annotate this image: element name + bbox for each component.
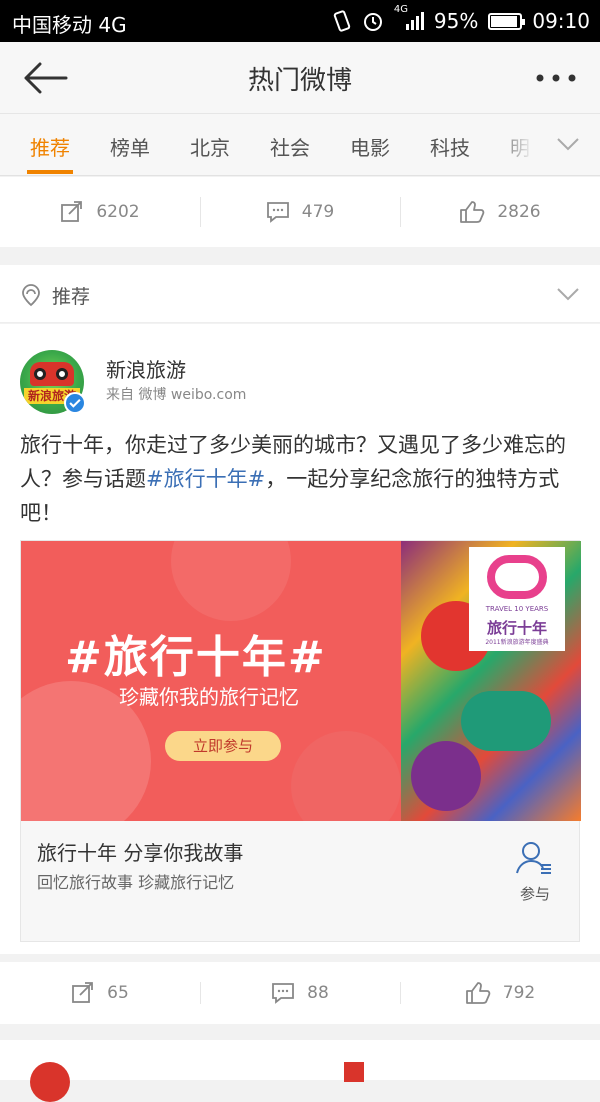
next-badge [344, 1062, 364, 1082]
participate-now-button[interactable]: 立即参与 [165, 731, 281, 761]
recommend-section-header: 推荐 [0, 265, 600, 323]
chevron-down-icon[interactable] [556, 284, 580, 304]
comment-count: 88 [307, 983, 329, 1003]
thumbs-up-icon [460, 201, 485, 223]
active-tab-indicator [27, 170, 73, 174]
vibrate-icon [333, 10, 351, 32]
banner-headline: #旅行十年# [65, 632, 327, 683]
author-name[interactable]: 新浪旅游 [106, 354, 186, 383]
logo-line-3: 2011新浪旅游年度盛典 [485, 639, 549, 646]
join-label: 参与 [519, 885, 550, 903]
comment-button[interactable]: 479 [200, 177, 400, 247]
battery-icon [488, 12, 526, 30]
category-tabs: 推荐 榜单 北京 社会 电影 科技 明 [0, 114, 600, 176]
post-text: 旅行十年，你走过了多少美丽的城市？又遇见了多少难忘的人？参与话题#旅行十年#，一… [20, 428, 582, 530]
tab-recommend[interactable]: 推荐 [30, 132, 70, 161]
post-actions: 65 88 792 [0, 962, 600, 1024]
tab-ranking[interactable]: 榜单 [110, 132, 150, 161]
section-label: 推荐 [52, 286, 91, 308]
status-bar: 中国移动 4G 4G 95% 09:10 [0, 0, 600, 42]
tab-tech[interactable]: 科技 [430, 132, 470, 161]
status-icons: 4G 95% 09:10 [332, 4, 590, 33]
tab-movie[interactable]: 电影 [350, 132, 390, 161]
carrier-label: 中国移动 4G [12, 13, 127, 37]
topic-subtitle: 回忆旅行故事 珍藏旅行记忆 [37, 873, 235, 892]
chevron-down-icon[interactable] [556, 134, 580, 154]
topic-card[interactable]: TRAVEL 10 YEARS 旅行十年 2011新浪旅游年度盛典 #旅行十年#… [20, 540, 581, 942]
next-avatar [30, 1062, 70, 1102]
tab-society[interactable]: 社会 [270, 132, 310, 161]
repost-icon [72, 982, 94, 1003]
repost-button[interactable]: 6202 [0, 177, 200, 247]
signal-icon: 4G [394, 4, 424, 32]
like-count: 792 [502, 983, 536, 1003]
more-dots-icon[interactable] [534, 66, 578, 90]
repost-count: 65 [107, 983, 129, 1003]
tab-fade [494, 114, 550, 174]
like-count: 2826 [497, 202, 541, 222]
post-card: 新浪旅游 新浪旅游 来自 微博 weibo.com 旅行十年，你走过了多少美丽的… [0, 324, 600, 954]
location-pin-icon [22, 284, 40, 307]
tab-beijing[interactable]: 北京 [190, 132, 230, 161]
topic-title: 旅行十年 分享你我故事 [37, 841, 244, 865]
comment-button[interactable]: 88 [200, 962, 400, 1024]
event-logo: TRAVEL 10 YEARS 旅行十年 2011新浪旅游年度盛典 [469, 547, 565, 651]
like-button[interactable]: 792 [400, 962, 600, 1024]
logo-line-2: 旅行十年 [486, 619, 547, 637]
prev-post-actions: 6202 479 2826 [0, 177, 600, 247]
repost-icon [61, 201, 83, 222]
repost-button[interactable]: 65 [0, 962, 200, 1024]
alarm-icon [363, 13, 382, 31]
battery-percent: 95% [433, 9, 479, 33]
verified-badge-icon [64, 392, 86, 414]
comment-icon [272, 983, 295, 1004]
comment-icon [266, 202, 289, 223]
join-button[interactable]: 参与 [505, 831, 565, 911]
post-source: 来自 微博 weibo.com [106, 387, 247, 403]
banner-subline: 珍藏你我的旅行记忆 [119, 685, 299, 709]
page-title: 热门微博 [247, 66, 352, 96]
logo-line-1: TRAVEL 10 YEARS [485, 605, 549, 613]
like-button[interactable]: 2826 [400, 177, 600, 247]
hashtag-link[interactable]: #旅行十年# [146, 467, 265, 491]
next-card-peek [0, 1040, 600, 1102]
clock: 09:10 [532, 9, 590, 33]
nav-bar: 热门微博 [0, 42, 600, 114]
thumbs-up-icon [465, 982, 491, 1004]
topic-banner[interactable]: TRAVEL 10 YEARS 旅行十年 2011新浪旅游年度盛典 #旅行十年#… [21, 541, 581, 821]
comment-count: 479 [301, 202, 335, 222]
repost-count: 6202 [96, 202, 140, 222]
user-join-icon [516, 842, 551, 874]
